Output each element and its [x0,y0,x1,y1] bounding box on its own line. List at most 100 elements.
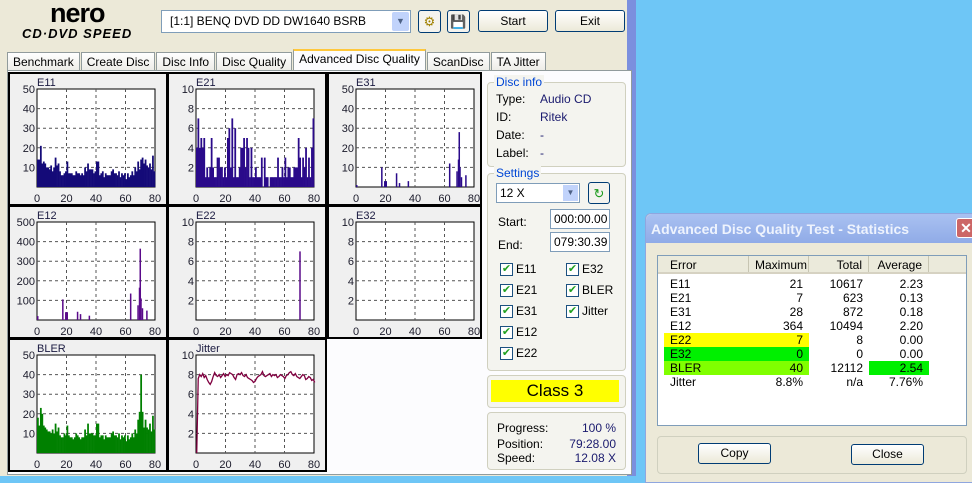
chevron-down-icon[interactable]: ▼ [563,185,578,201]
refresh-speed-icon[interactable]: ↻ [588,182,610,204]
tab-ta-jitter[interactable]: TA Jitter [490,52,546,71]
cell-error: E12 [670,319,692,333]
x-tick-label: 80 [149,459,161,471]
x-tick-label: 20 [379,193,391,205]
y-tick-label: 40 [23,104,35,116]
table-row[interactable]: E21 7 623 0.13 [664,291,966,305]
chart-title: E32 [356,210,376,222]
end-time-input[interactable]: 079:30.39 [550,232,610,252]
chart-title: BLER [37,343,66,355]
checkbox-e12[interactable]: ✔ E12 [500,325,537,339]
y-tick-label: 500 [17,217,35,229]
checkbox-label: E12 [516,325,538,339]
main-window: nero CD·DVD SPEED [1:1] BENQ DVD DD DW16… [0,0,636,476]
x-tick-label: 0 [34,459,40,471]
tab-benchmark[interactable]: Benchmark [7,52,80,71]
drive-select[interactable]: [1:1] BENQ DVD DD DW1640 BSRB ▼ [161,10,411,33]
close-button[interactable]: Close [851,444,924,465]
x-tick-label: 60 [438,326,450,338]
check-icon[interactable]: ✔ [566,304,579,318]
y-tick-label: 20 [23,409,35,421]
table-row[interactable]: E11 21 10617 2.23 [664,277,966,291]
y-tick-label: 20 [342,143,354,155]
chart-svg: Jitter 0 20 40 60 80 2 4 6 8 10 [182,343,320,471]
header-average[interactable]: Average [869,256,929,272]
disc-class-result: Class 3 [491,380,619,402]
table-row[interactable]: E12 364 10494 2.20 [664,319,966,333]
disc-info-value: - [540,146,544,160]
chart-jitter: Jitter 0 20 40 60 80 2 4 6 8 10 [167,338,327,472]
check-icon[interactable]: ✔ [500,283,513,297]
cell-average: 2.23 [899,277,923,291]
chevron-down-icon[interactable]: ▼ [392,12,409,31]
checkbox-label: E11 [516,262,537,276]
x-tick-label: 20 [60,326,72,338]
x-tick-label: 20 [219,326,231,338]
refresh-drive-icon[interactable]: ⚙ [418,10,441,33]
disc-info-value: Audio CD [540,92,592,106]
checkbox-e11[interactable]: ✔ E11 [500,262,536,276]
check-icon[interactable]: ✔ [566,262,579,276]
tab-scandisc[interactable]: ScanDisc [426,52,490,71]
cell-maximum: 7 [796,291,803,305]
start-time-input[interactable]: 000:00.00 [550,209,610,229]
table-row[interactable]: Jitter 8.8% n/a 7.76% [664,375,966,389]
logo-text: nero [50,0,106,28]
y-tick-label: 8 [188,237,194,249]
x-tick-label: 60 [119,326,131,338]
start-label: Start: [498,215,527,229]
disc-info-key: Type: [496,92,526,106]
save-icon[interactable]: 💾 [447,10,470,33]
cell-maximum: 7 [749,333,809,347]
exit-button[interactable]: Exit [555,10,625,32]
drive-value: [1:1] BENQ DVD DD DW1640 BSRB [170,14,367,28]
check-icon[interactable]: ✔ [500,304,513,318]
table-row[interactable]: E22 7 8 0.00 [664,333,966,347]
bar [153,429,156,453]
cell-average: 0.00 [899,347,923,361]
disc-info-value: Ritek [540,110,568,124]
table-row[interactable]: E31 28 872 0.18 [664,305,966,319]
tab-advanced-disc-quality[interactable]: Advanced Disc Quality [293,49,426,71]
y-tick-label: 2 [188,162,194,174]
header-maximum[interactable]: Maximum [749,256,809,272]
tab-disc-quality[interactable]: Disc Quality [216,52,293,71]
tab-disc-info[interactable]: Disc Info [156,52,216,71]
chart-e21: E21 0 20 40 60 80 2 4 6 8 10 [167,72,327,206]
tab-create-disc[interactable]: Create Disc [80,52,156,71]
x-tick-label: 20 [379,326,391,338]
speed-value: 12.08 X [574,451,616,465]
bar [146,310,148,320]
bar [356,185,358,187]
speed-select[interactable]: 12 X ▼ [496,183,580,203]
bar [88,315,91,320]
checkbox-e31[interactable]: ✔ E31 [500,304,537,318]
table-row[interactable]: BLER 40 12112 2.54 [664,361,966,375]
checkbox-e21[interactable]: ✔ E21 [500,283,537,297]
start-button[interactable]: Start [478,10,548,32]
header-error[interactable]: Error [658,256,749,272]
disc-info-key: Label: [496,146,529,160]
position-label: Position: [497,437,544,451]
cell-error: E32 [664,347,749,361]
progress-label: Progress: [497,421,549,435]
check-icon[interactable]: ✔ [500,325,513,339]
checkbox-e32[interactable]: ✔ E32 [566,262,603,276]
check-icon[interactable]: ✔ [500,346,513,360]
speed-label: Speed: [497,451,536,465]
checkbox-jitter[interactable]: ✔ Jitter [566,304,608,318]
copy-button[interactable]: Copy [698,443,771,464]
close-icon[interactable]: ✕ [956,218,972,238]
disc-info-key: ID: [496,110,512,124]
settings-group: Settings 12 X ▼ ↻ Start: 000:00.00 End: 0… [487,166,626,371]
check-icon[interactable]: ✔ [500,262,513,276]
checkbox-bler[interactable]: ✔ BLER [566,283,613,297]
table-row[interactable]: E32 0 0 0.00 [664,347,966,361]
x-tick-label: 60 [119,459,131,471]
header-total[interactable]: Total [809,256,869,272]
cell-error: Jitter [670,375,697,389]
check-icon[interactable]: ✔ [566,283,579,297]
cell-average: 2.54 [869,361,929,375]
checkbox-e22[interactable]: ✔ E22 [500,346,537,360]
cell-total: 872 [842,305,863,319]
